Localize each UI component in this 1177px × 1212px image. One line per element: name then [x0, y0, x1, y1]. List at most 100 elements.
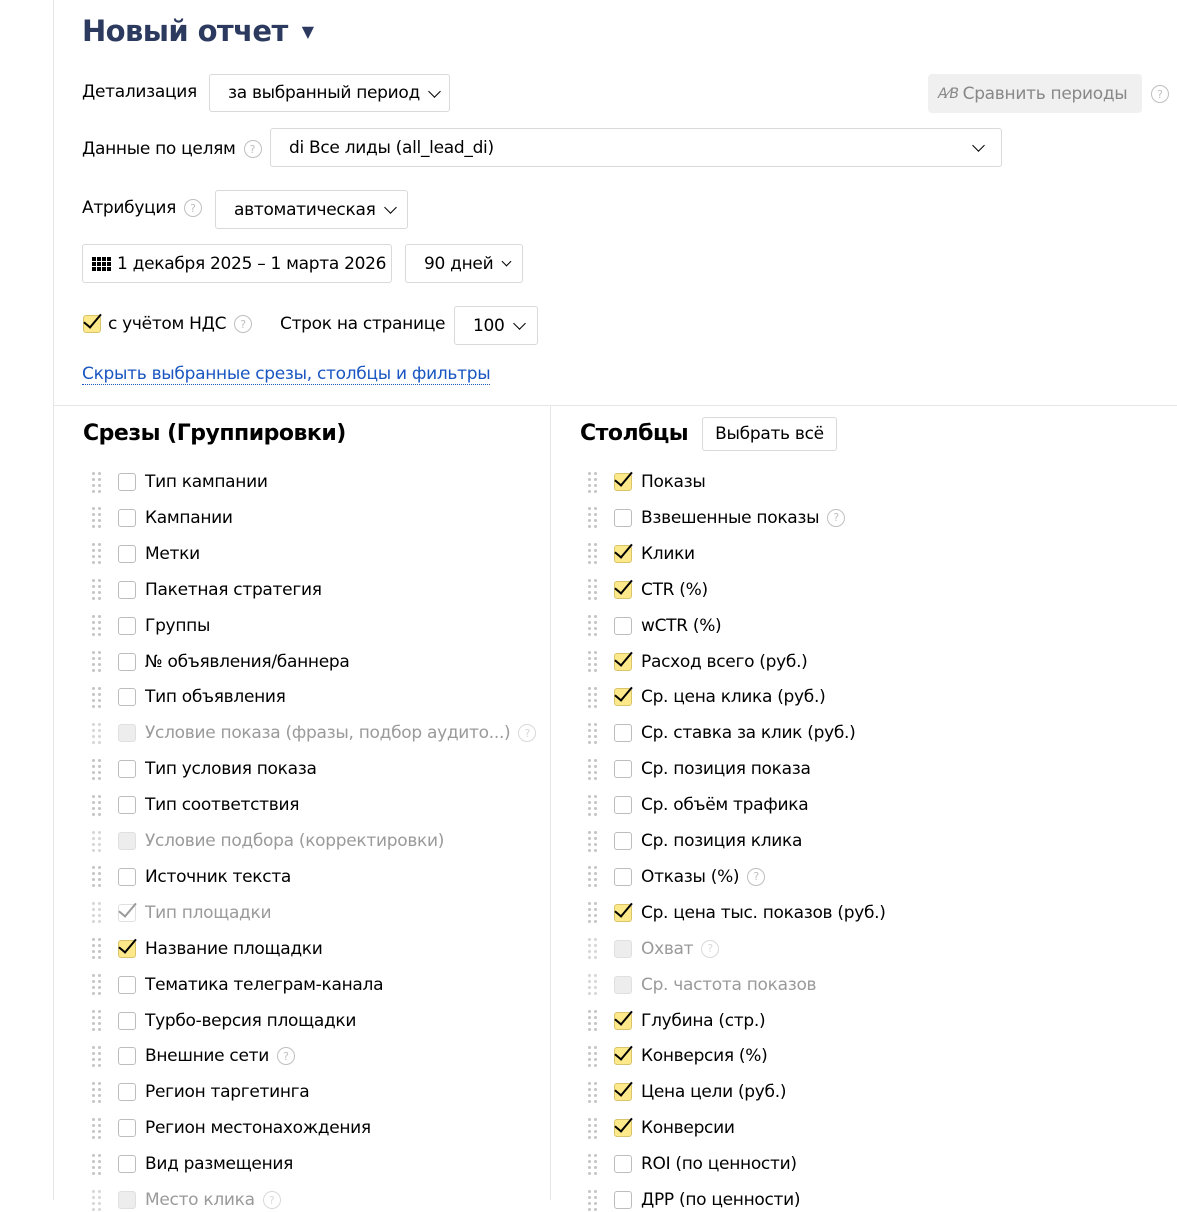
column-checkbox[interactable] — [614, 508, 632, 527]
drag-handle-icon[interactable] — [92, 1081, 101, 1103]
period-length-select[interactable]: 90 дней — [405, 244, 523, 283]
slice-item[interactable]: Группы — [92, 614, 210, 638]
drag-handle-icon[interactable] — [92, 543, 101, 565]
slice-checkbox[interactable] — [118, 544, 136, 563]
caret-down-icon[interactable]: ▼ — [302, 22, 314, 41]
column-item[interactable]: ROI (по ценности) — [588, 1152, 797, 1176]
drag-handle-icon[interactable] — [588, 471, 597, 493]
drag-handle-icon[interactable] — [92, 1045, 101, 1067]
drag-handle-icon[interactable] — [588, 579, 597, 601]
slice-checkbox[interactable] — [118, 1011, 136, 1030]
slice-checkbox[interactable] — [118, 1047, 136, 1066]
column-checkbox[interactable] — [614, 903, 632, 922]
drag-handle-icon[interactable] — [92, 1189, 101, 1211]
slice-item[interactable]: Источник текста — [92, 865, 291, 889]
column-item[interactable]: Расход всего (руб.) — [588, 650, 808, 674]
column-checkbox[interactable] — [614, 544, 632, 563]
drag-handle-icon[interactable] — [588, 1010, 597, 1031]
help-icon[interactable]: ? — [747, 867, 766, 886]
slice-checkbox[interactable] — [118, 760, 136, 779]
column-item[interactable]: Конверсии — [588, 1116, 735, 1140]
column-item[interactable]: Глубина (стр.) — [588, 1009, 766, 1033]
column-item[interactable]: Ср. цена тыс. показов (руб.) — [588, 901, 886, 925]
column-item[interactable]: ДРР (по ценности) — [588, 1188, 801, 1212]
slice-item[interactable]: Метки — [92, 542, 200, 566]
help-icon[interactable]: ? — [276, 1047, 295, 1066]
drag-handle-icon[interactable] — [588, 651, 597, 672]
drag-handle-icon[interactable] — [588, 543, 597, 565]
slice-item[interactable]: Регион таргетинга — [92, 1080, 310, 1104]
slice-item[interactable]: Пакетная стратегия — [92, 578, 322, 602]
drag-handle-icon[interactable] — [588, 1081, 597, 1103]
hide-selected-link[interactable]: Скрыть выбранные срезы, столбцы и фильтр… — [82, 364, 491, 385]
column-checkbox[interactable] — [614, 724, 632, 743]
drag-handle-icon[interactable] — [92, 1117, 101, 1139]
column-checkbox[interactable] — [614, 473, 632, 491]
slice-checkbox[interactable] — [118, 975, 136, 994]
column-checkbox[interactable] — [614, 796, 632, 815]
drag-handle-icon[interactable] — [92, 1153, 101, 1175]
help-icon[interactable]: ? — [1151, 85, 1169, 103]
column-item[interactable]: Цена цели (руб.) — [588, 1080, 786, 1104]
slice-item[interactable]: Вид размещения — [92, 1152, 293, 1176]
slice-item[interactable]: Внешние сети? — [92, 1044, 295, 1068]
vat-checkbox-row[interactable]: с учётом НДС ? — [83, 314, 253, 334]
slice-checkbox[interactable] — [118, 1083, 136, 1102]
slice-checkbox[interactable] — [118, 652, 136, 671]
drag-handle-icon[interactable] — [588, 1189, 597, 1211]
help-icon[interactable]: ? — [184, 199, 203, 217]
column-checkbox[interactable] — [614, 1083, 632, 1102]
detail-select[interactable]: за выбранный период — [209, 74, 450, 112]
slice-checkbox[interactable] — [118, 1155, 136, 1174]
slice-checkbox[interactable] — [118, 616, 136, 635]
drag-handle-icon[interactable] — [588, 794, 597, 816]
column-checkbox[interactable] — [614, 652, 632, 671]
attribution-select[interactable]: автоматическая — [215, 190, 408, 229]
column-checkbox[interactable] — [614, 616, 632, 635]
slice-item[interactable]: Тематика телеграм-канала — [92, 973, 384, 997]
slice-item[interactable]: Кампании — [92, 506, 233, 530]
drag-handle-icon[interactable] — [92, 902, 101, 924]
slice-item[interactable]: Регион местонахождения — [92, 1116, 371, 1140]
column-checkbox[interactable] — [614, 1119, 632, 1138]
drag-handle-icon[interactable] — [92, 615, 101, 637]
slice-item[interactable]: Тип кампании — [92, 470, 268, 494]
slice-checkbox[interactable] — [118, 939, 136, 958]
help-icon[interactable]: ? — [827, 508, 846, 527]
slice-item[interactable]: Название площадки — [92, 937, 323, 961]
help-icon[interactable]: ? — [518, 724, 537, 743]
column-item[interactable]: Показы — [588, 470, 706, 494]
column-item[interactable]: Ср. позиция клика — [588, 829, 802, 853]
select-all-button[interactable]: Выбрать всё — [702, 417, 837, 451]
drag-handle-icon[interactable] — [588, 866, 597, 888]
column-item[interactable]: Ср. цена клика (руб.) — [588, 685, 826, 709]
column-item[interactable]: Ср. ставка за клик (руб.) — [588, 721, 856, 745]
vat-checkbox[interactable] — [83, 315, 101, 333]
drag-handle-icon[interactable] — [92, 651, 101, 672]
drag-handle-icon[interactable] — [588, 758, 597, 780]
drag-handle-icon[interactable] — [588, 722, 597, 744]
help-icon[interactable]: ? — [243, 140, 262, 158]
column-checkbox[interactable] — [614, 1155, 632, 1174]
column-item[interactable]: wCTR (%) — [588, 614, 722, 638]
column-checkbox[interactable] — [614, 688, 632, 707]
drag-handle-icon[interactable] — [92, 507, 101, 529]
drag-handle-icon[interactable] — [92, 722, 101, 744]
drag-handle-icon[interactable] — [588, 1153, 597, 1175]
slice-item[interactable]: № объявления/баннера — [92, 650, 350, 674]
slice-checkbox[interactable] — [118, 796, 136, 815]
column-checkbox[interactable] — [614, 867, 632, 886]
drag-handle-icon[interactable] — [588, 1117, 597, 1139]
column-item[interactable]: Клики — [588, 542, 695, 566]
column-item[interactable]: Взвешенные показы? — [588, 506, 846, 530]
help-icon[interactable]: ? — [262, 1191, 281, 1209]
column-item[interactable]: CTR (%) — [588, 578, 708, 602]
help-icon[interactable]: ? — [234, 315, 253, 333]
column-checkbox[interactable] — [614, 1011, 632, 1030]
slice-checkbox[interactable] — [118, 508, 136, 527]
drag-handle-icon[interactable] — [588, 830, 597, 852]
column-checkbox[interactable] — [614, 1191, 632, 1209]
drag-handle-icon[interactable] — [588, 507, 597, 529]
column-checkbox[interactable] — [614, 1047, 632, 1066]
slice-item[interactable]: Тип объявления — [92, 685, 286, 709]
